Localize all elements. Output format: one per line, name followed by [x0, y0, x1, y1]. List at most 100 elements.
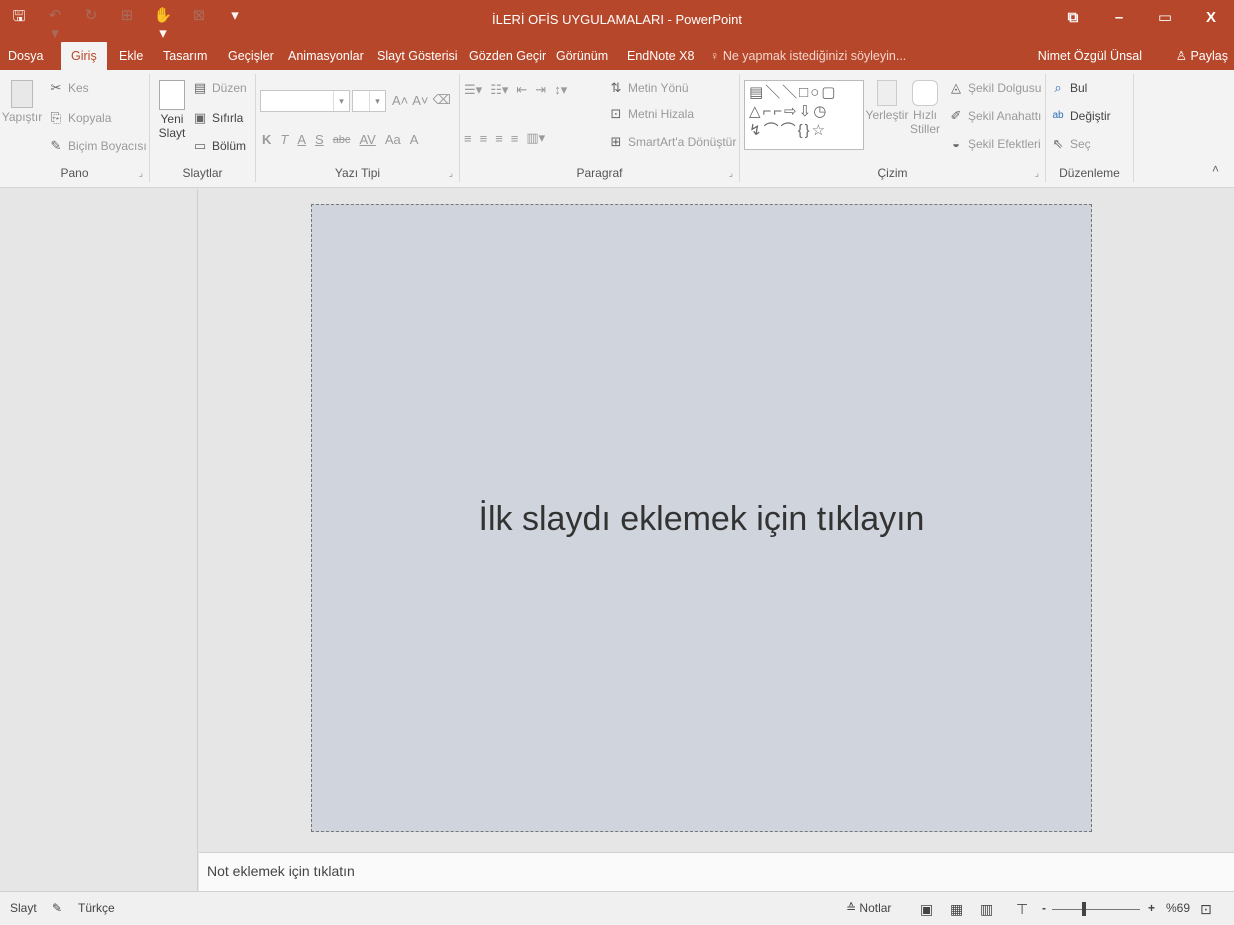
underline-button[interactable]: A [297, 132, 306, 147]
tab-ekle[interactable]: Ekle [119, 42, 143, 70]
maximize-icon[interactable]: ▭ [1142, 0, 1188, 36]
save-icon[interactable]: 🖫 [8, 6, 30, 42]
grow-shrink-font-buttons[interactable]: A˄ A˅ ⌫ [392, 92, 451, 108]
zoom-in-button[interactable]: + [1148, 901, 1155, 915]
layout-button[interactable]: ▤ Düzen [192, 80, 247, 96]
tell-me-box[interactable]: ♀ Ne yapmak istediğinizi söyleyin... [710, 42, 906, 70]
clear-formatting-icon[interactable]: ⌫ [433, 92, 451, 108]
paste-button[interactable]: Yapıştır [2, 80, 42, 124]
change-case-button[interactable]: Aa [385, 132, 401, 147]
reset-button[interactable]: ▣ Sıfırla [192, 110, 244, 126]
shape-outline-button[interactable]: ✐ Şekil Anahattı [948, 108, 1042, 124]
shadow-button[interactable]: S [315, 132, 324, 147]
reset-label: Sıfırla [212, 111, 244, 125]
notes-pane[interactable]: Not eklemek için tıklatın [199, 852, 1234, 891]
tab-gorunum[interactable]: Görünüm [556, 42, 608, 70]
touch-mode-icon[interactable]: ✋▾ [152, 6, 174, 42]
notes-toggle[interactable]: ≙ Notlar [846, 901, 891, 915]
close-icon[interactable]: X [1188, 0, 1234, 36]
bold-button[interactable]: K [262, 132, 271, 147]
select-label: Seç [1070, 137, 1091, 151]
align-right-icon[interactable]: ≡ [495, 131, 503, 146]
align-center-icon[interactable]: ≡ [480, 131, 488, 146]
share-button[interactable]: ♙ Paylaş [1176, 42, 1228, 70]
align-left-icon[interactable]: ≡ [464, 131, 472, 146]
normal-view-icon[interactable]: ▣ [920, 901, 933, 918]
format-painter-button[interactable]: ✎ Biçim Boyacısı [48, 138, 147, 154]
tab-slayt-gosterisi[interactable]: Slayt Gösterisi [377, 42, 458, 70]
zoom-slider-thumb[interactable] [1082, 902, 1086, 916]
copy-button[interactable]: ⎘ Kopyala [48, 110, 112, 126]
line-spacing-icon[interactable]: ↕▾ [554, 82, 567, 98]
arrange-button[interactable]: Yerleştir [866, 80, 908, 122]
slide-show-icon[interactable]: ⊤ [1016, 901, 1028, 918]
grow-font-icon[interactable]: A˄ [392, 93, 408, 108]
align-text-button[interactable]: ⊡ Metni Hizala [608, 106, 694, 122]
text-direction-button[interactable]: ⇅ Metin Yönü [608, 80, 689, 96]
shape-fill-button[interactable]: ◬ Şekil Dolgusu [948, 80, 1041, 96]
select-button[interactable]: ⇖ Seç [1050, 136, 1091, 152]
slide-thumbnails-pane[interactable] [0, 189, 198, 891]
font-name-combo[interactable]: ▾ [260, 90, 350, 112]
bullets-icon[interactable]: ☰▾ [464, 82, 482, 98]
font-size-combo[interactable]: ▾ [352, 90, 386, 112]
reading-view-icon[interactable]: ▥ [980, 901, 993, 918]
redo-icon[interactable]: ↻ [80, 6, 102, 42]
tab-animasyonlar[interactable]: Animasyonlar [288, 42, 364, 70]
shapes-gallery[interactable]: ▤＼＼□○▢ △⌐⌐⇨⇩◷ ↯⌒⌒{}☆ [744, 80, 864, 150]
dialog-launcher-icon[interactable]: ⌟ [1035, 168, 1039, 179]
zoom-out-button[interactable]: - [1042, 901, 1046, 915]
collapse-ribbon-icon[interactable]: ˄ [1212, 162, 1219, 176]
italic-button[interactable]: T [280, 132, 288, 147]
slide-canvas[interactable]: İlk slaydı eklemek için tıklayın [311, 204, 1092, 832]
spelling-check-icon[interactable]: ✎ [52, 901, 62, 915]
fit-slide-icon[interactable]: ⊡ [1200, 901, 1212, 918]
record-icon[interactable]: ⊠ [188, 6, 210, 42]
shrink-font-icon[interactable]: A˅ [412, 93, 428, 108]
user-name[interactable]: Nimet Özgül Ünsal [1038, 42, 1142, 70]
tab-gozden-gecir[interactable]: Gözden Geçir [469, 42, 546, 70]
cut-button[interactable]: ✂ Kes [48, 80, 89, 96]
shape-effects-button[interactable]: ◒ Şekil Efektleri [948, 136, 1041, 152]
section-button[interactable]: ▭ Bölüm [192, 138, 246, 154]
columns-icon[interactable]: ▥▾ [526, 130, 545, 146]
add-first-slide-placeholder[interactable]: İlk slaydı eklemek için tıklayın [312, 500, 1091, 539]
window-controls: ⧉ – ▭ X [1050, 0, 1234, 36]
character-spacing-button[interactable]: AV [359, 132, 375, 147]
ribbon-display-options-icon[interactable]: ⧉ [1050, 0, 1096, 36]
quick-styles-button[interactable]: Hızlı Stiller [906, 80, 944, 136]
undo-icon[interactable]: ↶ ▾ [44, 6, 66, 42]
numbering-icon[interactable]: ☷▾ [490, 82, 508, 98]
increase-indent-icon[interactable]: ⇥ [535, 82, 546, 98]
decrease-indent-icon[interactable]: ⇤ [516, 82, 527, 98]
tab-endnote[interactable]: EndNote X8 [627, 42, 694, 70]
strikethrough-button[interactable]: abc [333, 134, 351, 146]
dialog-launcher-icon[interactable]: ⌟ [729, 168, 733, 179]
new-slide-button[interactable]: Yeni Slayt [154, 80, 190, 140]
chevron-down-icon[interactable]: ▾ [369, 91, 385, 111]
font-color-button[interactable]: A [410, 132, 419, 147]
minimize-icon[interactable]: – [1096, 0, 1142, 36]
zoom-slider-track[interactable] [1052, 909, 1140, 910]
quick-styles-icon [912, 80, 938, 106]
find-button[interactable]: ⌕ Bul [1050, 80, 1087, 96]
tab-tasarim[interactable]: Tasarım [163, 42, 207, 70]
lightbulb-icon: ♀ [710, 49, 720, 63]
dialog-launcher-icon[interactable]: ⌟ [449, 168, 453, 179]
tab-gecisler[interactable]: Geçişler [228, 42, 274, 70]
copy-label: Kopyala [68, 111, 112, 125]
slide-sorter-icon[interactable]: ▦ [950, 901, 963, 918]
replace-button[interactable]: ab Değiştir [1050, 108, 1110, 124]
tab-dosya[interactable]: Dosya [8, 42, 43, 70]
chevron-down-icon[interactable]: ▾ [333, 91, 349, 111]
cut-label: Kes [68, 81, 89, 95]
customize-qat-icon[interactable]: ▾ [224, 6, 246, 42]
dialog-launcher-icon[interactable]: ⌟ [139, 168, 143, 179]
tab-giris[interactable]: Giriş [61, 42, 107, 70]
start-from-beginning-icon[interactable]: ⊞ [116, 6, 138, 42]
notes-placeholder[interactable]: Not eklemek için tıklatın [207, 863, 355, 879]
smartart-button[interactable]: ⊞ SmartArt'a Dönüştür [608, 134, 737, 150]
justify-icon[interactable]: ≡ [511, 131, 519, 146]
zoom-level[interactable]: %69 [1166, 901, 1190, 915]
language-indicator[interactable]: Türkçe [78, 901, 115, 915]
